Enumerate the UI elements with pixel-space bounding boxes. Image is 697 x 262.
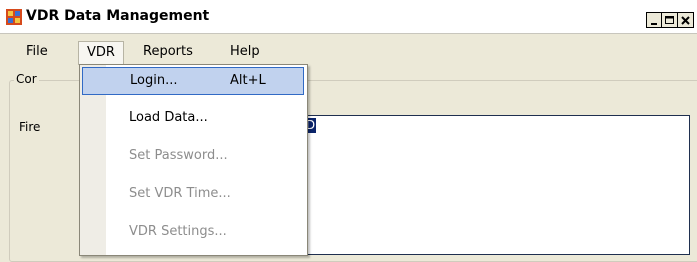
menu-item-vdr-settings: VDR Settings... xyxy=(82,219,304,247)
menu-item-label: Set VDR Time... xyxy=(129,186,231,201)
menu-vdr[interactable]: VDR xyxy=(78,41,124,65)
menu-help[interactable]: Help xyxy=(222,41,268,65)
menu-item-label: Set Password... xyxy=(129,148,228,163)
menu-item-set-password: Set Password... xyxy=(82,143,304,171)
menu-bar: File VDR Reports Help xyxy=(0,41,697,65)
menu-item-login[interactable]: Login... Alt+L xyxy=(82,67,304,95)
window-title: VDR Data Management xyxy=(26,8,210,24)
maximize-button[interactable] xyxy=(662,12,678,28)
close-button[interactable] xyxy=(678,12,694,28)
menu-reports[interactable]: Reports xyxy=(135,41,201,65)
title-bar[interactable]: VDR Data Management xyxy=(0,0,697,34)
menu-item-label: VDR Settings... xyxy=(129,224,227,239)
group-legend: Cor xyxy=(14,72,39,86)
menu-item-load-data[interactable]: Load Data... xyxy=(82,105,304,133)
minimize-icon xyxy=(651,23,657,25)
menu-item-label: Login... xyxy=(130,73,178,88)
close-icon xyxy=(681,16,690,25)
menu-item-label: Load Data... xyxy=(129,110,208,125)
minimize-button[interactable] xyxy=(646,12,662,28)
menu-item-shortcut: Alt+L xyxy=(230,73,266,88)
app-window-icon[interactable] xyxy=(6,9,22,25)
menu-item-set-vdr-time: Set VDR Time... xyxy=(82,181,304,209)
fire-field-label: Fire xyxy=(19,120,41,134)
menu-file[interactable]: File xyxy=(18,41,56,65)
vdr-dropdown-menu: Login... Alt+L Load Data... Set Password… xyxy=(79,64,308,256)
window-controls xyxy=(646,12,694,30)
maximize-icon xyxy=(665,16,674,24)
